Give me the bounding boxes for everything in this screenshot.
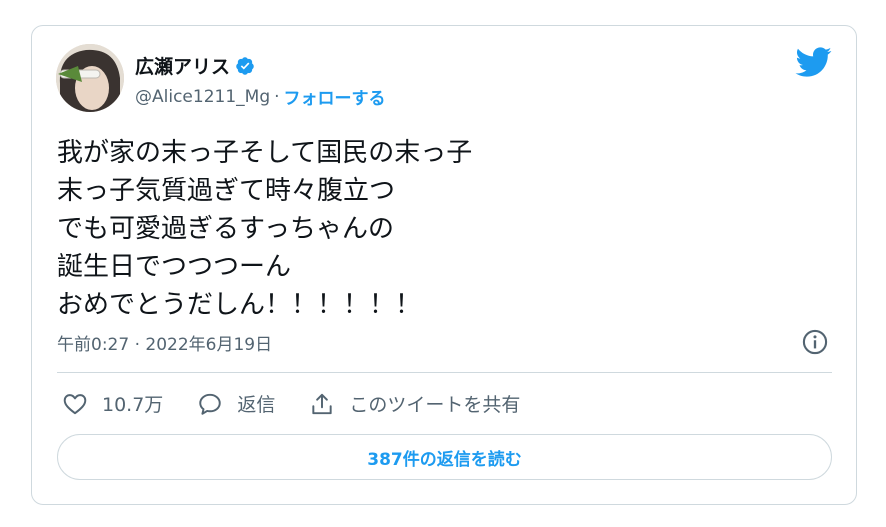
reply-label: 返信	[237, 394, 276, 416]
tweet-line: 我が家の末っ子そして国民の末っ子	[57, 138, 473, 168]
tweet-timestamp[interactable]: 午前0:27 · 2022年6月19日	[57, 330, 272, 355]
tweet-line: でも可愛過ぎるすっちゃんの	[57, 214, 394, 244]
share-icon	[312, 393, 332, 414]
read-replies-button[interactable]: 387件の返信を読む	[57, 434, 832, 480]
like-button[interactable]: 10.7万	[62, 390, 163, 417]
action-bar: 10.7万 返信 このツイートを共有	[62, 390, 554, 417]
handle[interactable]: @Alice1211_Mg	[135, 87, 270, 107]
avatar[interactable]	[56, 44, 124, 112]
twitter-logo-icon[interactable]	[794, 46, 832, 78]
tweet-line: 末っ子気質過ぎて時々腹立つ	[57, 176, 396, 206]
divider	[57, 372, 832, 373]
separator: ·	[274, 86, 280, 107]
avatar-photo	[56, 44, 124, 112]
follow-button[interactable]: フォローする	[284, 84, 386, 109]
tweet-line: おめでとうだしん！！！！！！	[57, 290, 422, 320]
tweet-card: 広瀬アリス @Alice1211_Mg · フォローする 我が家の末っ子そして国…	[31, 25, 857, 505]
share-button[interactable]: このツイートを共有	[309, 390, 520, 417]
heart-icon	[63, 393, 87, 414]
tweet-line: 誕生日でつつつーん	[57, 252, 292, 282]
reply-icon	[199, 393, 222, 415]
like-count: 10.7万	[102, 394, 164, 416]
tweet-text: 我が家の末っ子そして国民の末っ子 末っ子気質過ぎて時々腹立つ でも可愛過ぎるすっ…	[57, 134, 472, 324]
reply-button[interactable]: 返信	[197, 390, 275, 417]
verified-badge-icon	[236, 56, 254, 75]
display-name[interactable]: 広瀬アリス	[135, 52, 230, 79]
info-icon[interactable]	[801, 328, 829, 356]
share-label: このツイートを共有	[349, 394, 521, 416]
